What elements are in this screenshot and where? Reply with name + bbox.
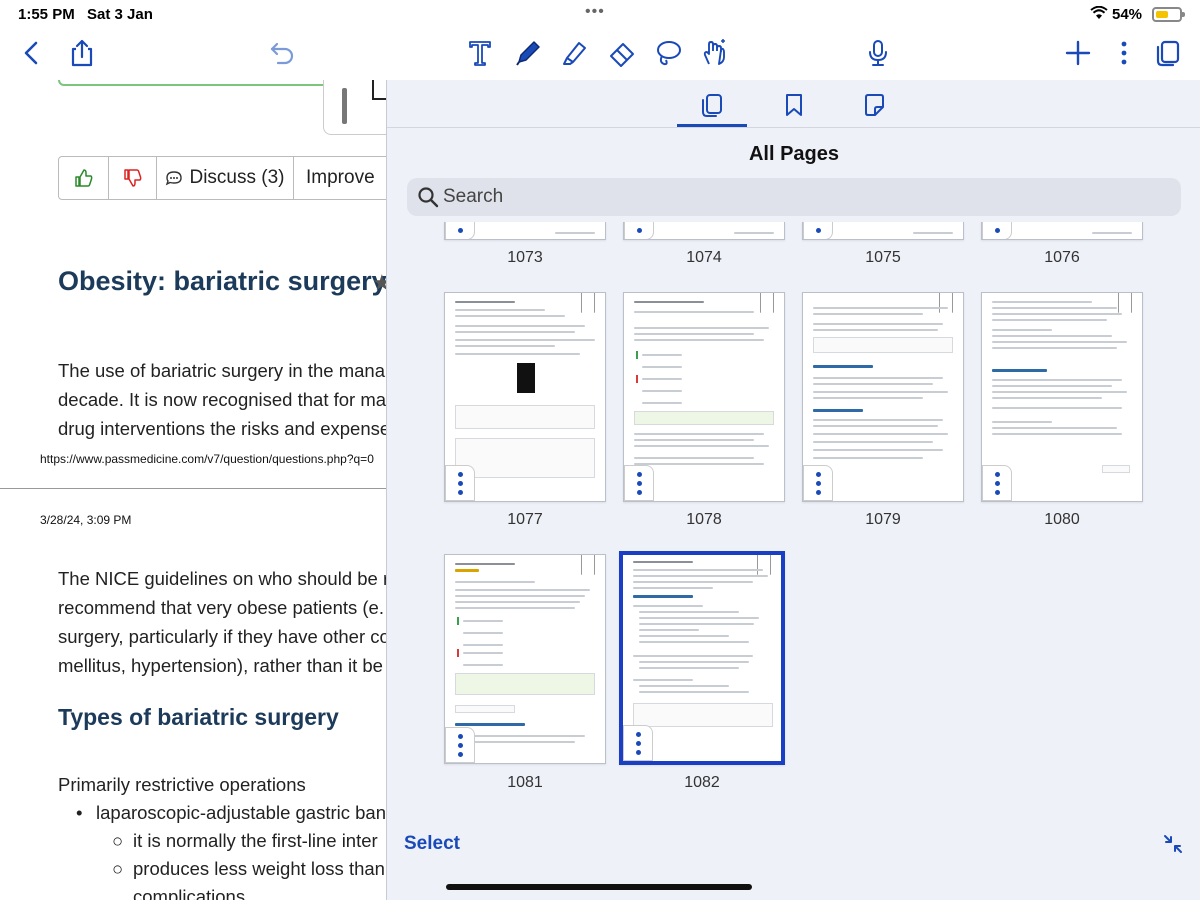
active-tab-indicator xyxy=(677,124,747,127)
page-number: 1081 xyxy=(507,774,543,791)
battery-icon xyxy=(1152,7,1185,22)
thumbs-down-icon xyxy=(123,169,141,187)
intro-line-1: The use of bariatric surgery in the mana xyxy=(58,360,385,381)
document-view[interactable]: Discuss (3) Improve Obesity: bariatric s… xyxy=(0,80,386,900)
page-number-selected: 1082 xyxy=(684,774,720,791)
article-title: Obesity: bariatric surgery xyxy=(58,266,386,296)
intro-line-3: drug interventions the risks and expense xyxy=(58,418,386,439)
collapse-icon[interactable] xyxy=(1162,833,1184,855)
page-thumbnail[interactable] xyxy=(623,222,785,240)
pages-panel-title: All Pages xyxy=(748,143,840,165)
pages-icon xyxy=(702,94,722,117)
improve-label: Improve xyxy=(306,167,375,188)
page-thumbnail-selected[interactable] xyxy=(619,551,785,765)
comment-icon xyxy=(166,171,183,186)
feedback-bar: Discuss (3) Improve xyxy=(58,156,386,200)
intro-line-2: decade. It is now recognised that for ma xyxy=(58,389,386,410)
circle-bullet-icon: ○ xyxy=(112,858,124,879)
status-bar: 1:55 PM Sat 3 Jan ••• 54% xyxy=(0,0,1200,30)
sticky-note-icon xyxy=(865,94,884,116)
page-number: 1080 xyxy=(1044,511,1080,528)
undo-icon[interactable] xyxy=(264,35,300,71)
lasso-icon[interactable] xyxy=(650,35,686,71)
page-thumbnail[interactable] xyxy=(623,292,785,502)
thumbs-down-button[interactable] xyxy=(109,157,157,199)
bullet-dot-icon: • xyxy=(76,802,83,823)
page-number: 1078 xyxy=(686,511,722,528)
nice-line-3: surgery, particularly if they have other… xyxy=(58,626,386,647)
printed-date: 3/28/24, 3:09 PM xyxy=(40,513,132,527)
wifi-icon xyxy=(1090,6,1108,19)
search-input[interactable] xyxy=(443,178,1143,216)
home-indicator[interactable] xyxy=(446,884,752,890)
circle-bullet-icon: ○ xyxy=(112,830,124,851)
page-thumbnail[interactable] xyxy=(444,222,606,240)
pen-tool-icon[interactable] xyxy=(510,35,546,71)
types-heading: Types of bariatric surgery xyxy=(58,704,339,730)
page-divider xyxy=(0,488,386,489)
discuss-label: Discuss (3) xyxy=(189,167,285,188)
discuss-button[interactable]: Discuss (3) xyxy=(157,157,294,199)
highlighter-icon[interactable] xyxy=(556,35,592,71)
star-icon[interactable]: ★ xyxy=(372,270,386,296)
multitasking-dots-icon[interactable]: ••• xyxy=(585,3,605,21)
toolbar xyxy=(0,30,1200,80)
page-thumbnail[interactable] xyxy=(802,222,964,240)
text-tool-icon[interactable] xyxy=(462,35,498,71)
page-number: 1075 xyxy=(865,249,901,266)
select-button[interactable]: Select xyxy=(404,833,460,855)
page-thumbnail[interactable] xyxy=(981,222,1143,240)
back-chevron-icon[interactable] xyxy=(14,35,50,71)
microphone-icon[interactable] xyxy=(860,35,896,71)
search-bar[interactable] xyxy=(407,178,1181,216)
page-number: 1077 xyxy=(507,511,543,528)
pages-panel-tabs xyxy=(387,80,1200,128)
sub-bullet-2: produces less weight loss than xyxy=(133,858,385,879)
thumbs-up-icon xyxy=(74,169,92,187)
page-url: https://www.passmedicine.com/v7/question… xyxy=(40,452,374,466)
restrictive-heading: Primarily restrictive operations xyxy=(58,774,306,795)
page-number: 1074 xyxy=(686,249,722,266)
eraser-icon[interactable] xyxy=(604,35,640,71)
share-icon[interactable] xyxy=(64,35,100,71)
hand-gesture-icon[interactable] xyxy=(696,35,732,71)
pages-panel: All Pages 1073 1074 1075 1076 xyxy=(386,80,1200,900)
page-number: 1073 xyxy=(507,249,543,266)
nice-line-2: recommend that very obese patients (e. xyxy=(58,597,384,618)
status-time: 1:55 PM xyxy=(18,6,75,23)
status-date: Sat 3 Jan xyxy=(87,6,153,23)
add-icon[interactable] xyxy=(1060,35,1096,71)
more-icon[interactable] xyxy=(1106,35,1142,71)
sub-bullet-1: it is normally the first-line inter xyxy=(133,830,378,851)
all-pages-tab[interactable] xyxy=(697,90,727,120)
pages-icon[interactable] xyxy=(1150,35,1186,71)
sub-bullet-3: complications xyxy=(133,886,246,900)
bullet-1: laparoscopic-adjustable gastric ban xyxy=(96,802,386,823)
page-number: 1079 xyxy=(865,511,901,528)
page-number: 1076 xyxy=(1044,249,1080,266)
bookmark-icon xyxy=(786,94,802,116)
side-panel-fragment xyxy=(323,80,386,135)
nice-line-1: The NICE guidelines on who should be r xyxy=(58,568,386,589)
battery-percent: 54% xyxy=(1112,6,1143,23)
page-thumbnail[interactable] xyxy=(981,292,1143,502)
thumbs-up-button[interactable] xyxy=(59,157,109,199)
bookmarks-tab[interactable] xyxy=(779,90,809,120)
nice-line-4: mellitus, hypertension), rather than it … xyxy=(58,655,383,676)
search-icon xyxy=(418,187,439,208)
annotations-tab[interactable] xyxy=(859,90,889,120)
improve-button[interactable]: Improve xyxy=(294,157,386,199)
page-thumbnail[interactable] xyxy=(444,292,606,502)
page-thumbnail[interactable] xyxy=(802,292,964,502)
page-thumbnail[interactable] xyxy=(444,554,606,764)
